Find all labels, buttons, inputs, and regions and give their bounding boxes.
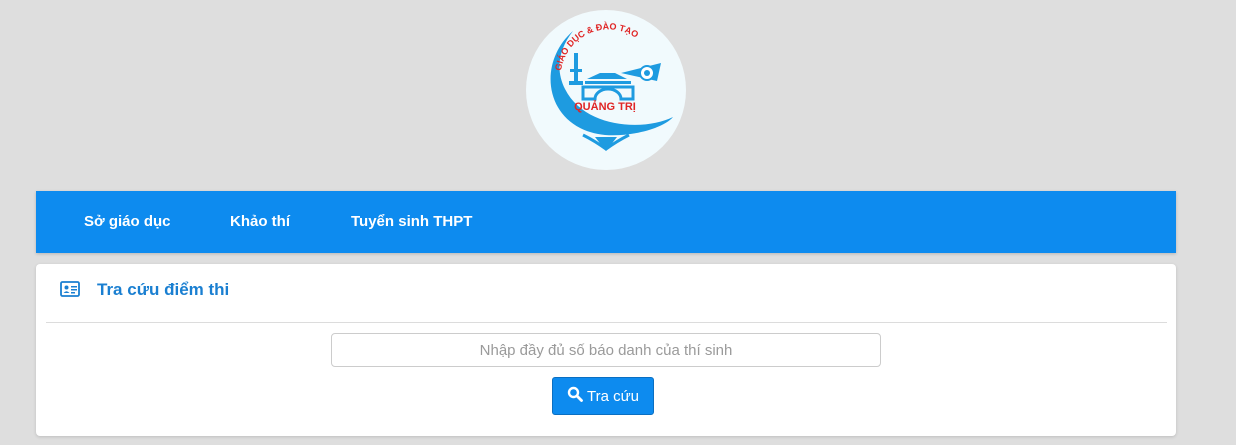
logo-emblem-icon: GIÁO DỤC & ĐÀO TẠO QUẢNG TRỊ: [526, 10, 686, 170]
panel-divider: [46, 322, 1167, 323]
logo-place-text: QUẢNG TRỊ: [574, 100, 636, 113]
score-lookup-panel: Tra cứu điểm thi Tra cứu: [36, 264, 1176, 436]
nav-item-khao-thi[interactable]: Khảo thí: [230, 191, 290, 253]
search-button-label: Tra cứu: [587, 387, 639, 405]
nav-item-so-giao-duc[interactable]: Sở giáo dục: [84, 191, 171, 253]
site-logo[interactable]: GIÁO DỤC & ĐÀO TẠO QUẢNG TRỊ: [525, 9, 687, 171]
search-button[interactable]: Tra cứu: [552, 377, 654, 415]
candidate-number-input[interactable]: [331, 333, 881, 367]
main-navbar: Sở giáo dục Khảo thí Tuyển sinh THPT: [36, 191, 1176, 253]
id-card-icon: [60, 280, 80, 303]
panel-title: Tra cứu điểm thi: [97, 280, 230, 299]
search-icon: [567, 386, 583, 406]
nav-item-tuyen-sinh-thpt[interactable]: Tuyển sinh THPT: [351, 191, 472, 253]
